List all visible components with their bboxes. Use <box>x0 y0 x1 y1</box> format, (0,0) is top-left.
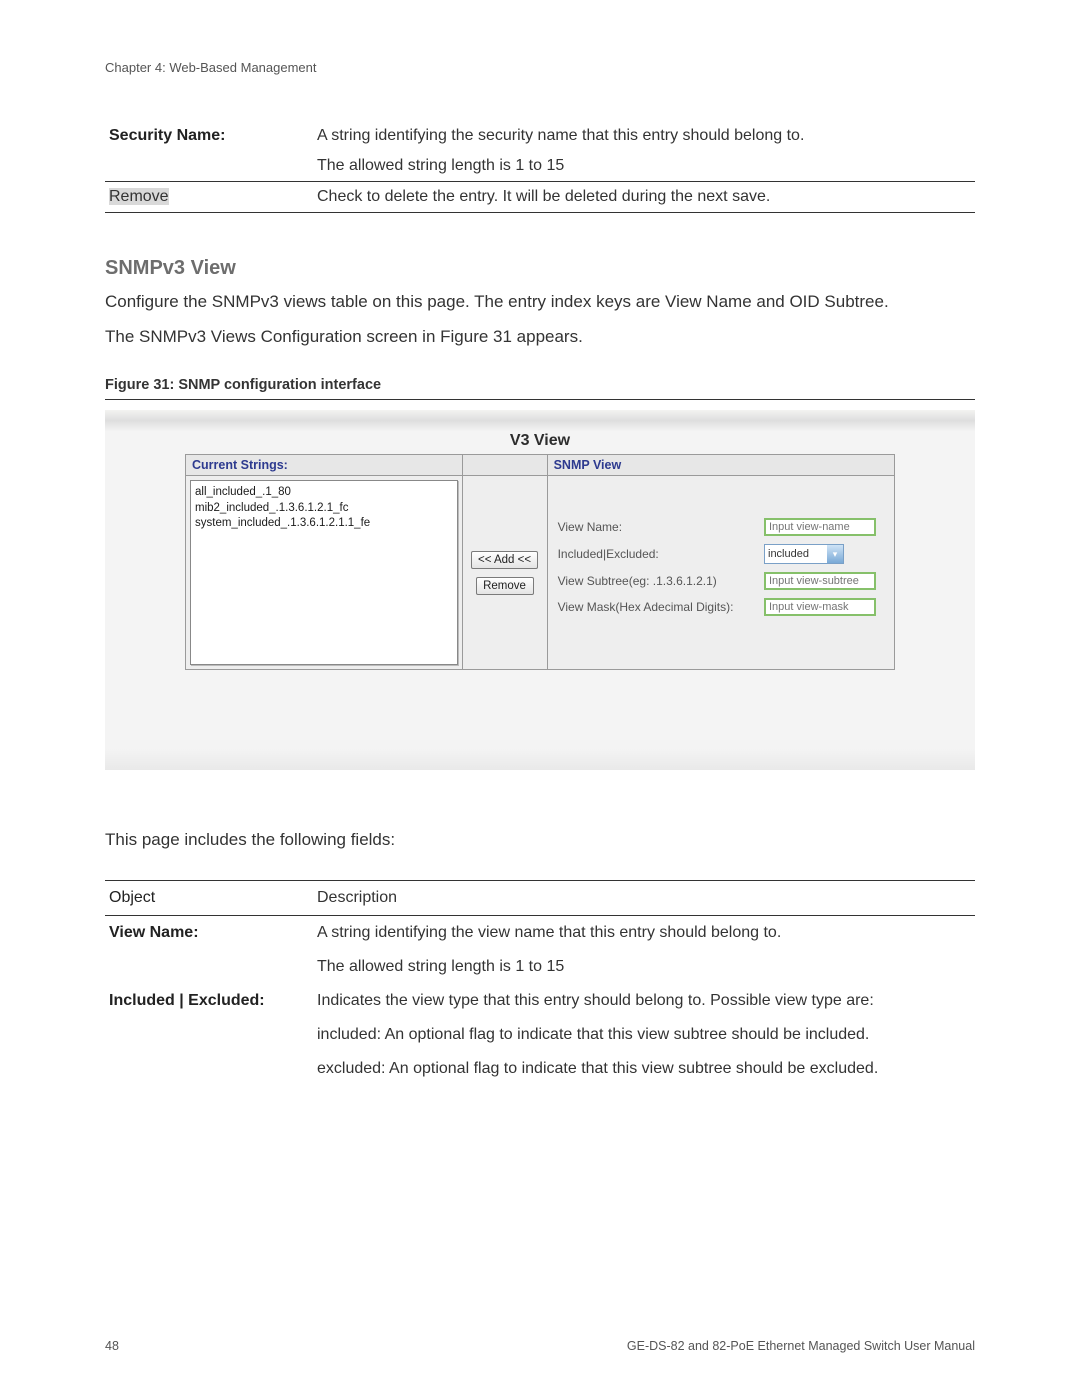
view-subtree-label: View Subtree(eg: .1.3.6.1.2.1) <box>558 574 758 588</box>
included-excluded-select[interactable]: included ▾ <box>764 544 844 564</box>
add-button[interactable]: << Add << <box>471 551 538 569</box>
view-name-desc-1: A string identifying the view name that … <box>313 916 975 951</box>
included-excluded-desc-2: included: An optional flag to indicate t… <box>313 1018 975 1052</box>
fields-table: Object Description View Name: A string i… <box>105 880 975 1086</box>
fields-header-object: Object <box>105 881 313 916</box>
figure-caption: Figure 31: SNMP configuration interface <box>105 377 975 400</box>
view-name-input[interactable] <box>764 518 876 536</box>
fields-intro: This page includes the following fields: <box>105 830 975 850</box>
snmp-view-screenshot: V3 View Current Strings: SNMP View all_i… <box>105 410 975 770</box>
remove-desc: Check to delete the entry. It will be de… <box>313 182 975 213</box>
shot-title: V3 View <box>185 432 895 450</box>
view-name-desc-2: The allowed string length is 1 to 15 <box>313 950 975 984</box>
list-item[interactable]: system_included_.1.3.6.1.2.1.1_fe <box>195 516 453 532</box>
fields-header-description: Description <box>313 881 975 916</box>
chevron-down-icon: ▾ <box>827 545 843 563</box>
snmp-view-form: View Name: Included|Excluded: included ▾… <box>552 480 890 622</box>
list-item[interactable]: all_included_.1_80 <box>195 485 453 501</box>
included-excluded-desc-3: excluded: An optional flag to indicate t… <box>313 1052 975 1086</box>
list-item[interactable]: mib2_included_.1.3.6.1.2.1_fc <box>195 501 453 517</box>
included-excluded-object: Included | Excluded: <box>105 984 313 1018</box>
page-number: 48 <box>105 1339 119 1353</box>
included-excluded-desc-1: Indicates the view type that this entry … <box>313 984 975 1018</box>
included-excluded-value: included <box>765 548 809 560</box>
included-excluded-label: Included|Excluded: <box>558 547 758 561</box>
chapter-header: Chapter 4: Web-Based Management <box>105 60 975 75</box>
security-name-desc-2: The allowed string length is 1 to 15 <box>313 151 975 182</box>
top-definition-table: Security Name: A string identifying the … <box>105 121 975 213</box>
shot-header-snmp-view: SNMP View <box>547 455 894 476</box>
current-strings-listbox[interactable]: all_included_.1_80 mib2_included_.1.3.6.… <box>190 480 458 665</box>
para-configure: Configure the SNMPv3 views table on this… <box>105 290 975 315</box>
page-footer: 48 GE-DS-82 and 82-PoE Ethernet Managed … <box>105 1339 975 1353</box>
para-figure-ref: The SNMPv3 Views Configuration screen in… <box>105 325 975 350</box>
view-name-object: View Name: <box>105 916 313 951</box>
security-name-label: Security Name: <box>105 121 313 151</box>
view-mask-input[interactable] <box>764 598 876 616</box>
manual-title: GE-DS-82 and 82-PoE Ethernet Managed Swi… <box>627 1339 975 1353</box>
shot-table: Current Strings: SNMP View all_included_… <box>185 454 895 670</box>
shot-header-mid <box>462 455 547 476</box>
view-name-label: View Name: <box>558 520 758 534</box>
view-subtree-input[interactable] <box>764 572 876 590</box>
view-mask-label: View Mask(Hex Adecimal Digits): <box>558 600 758 614</box>
security-name-desc-1: A string identifying the security name t… <box>313 121 975 151</box>
remove-label: Remove <box>109 188 169 205</box>
section-title-snmpv3-view: SNMPv3 View <box>105 257 975 280</box>
shot-header-current-strings: Current Strings: <box>186 455 463 476</box>
remove-button[interactable]: Remove <box>476 577 534 595</box>
